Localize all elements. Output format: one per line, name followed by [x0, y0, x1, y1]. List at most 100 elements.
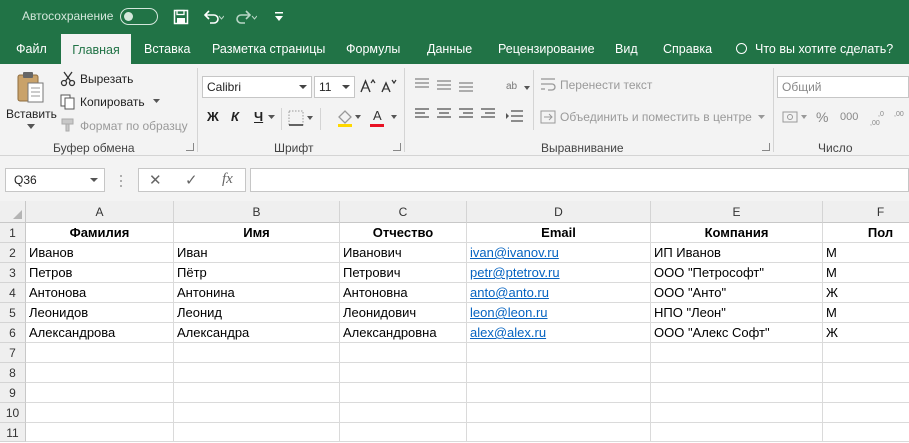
- cell-f5[interactable]: М: [823, 303, 909, 323]
- column-header-a[interactable]: A: [26, 201, 174, 223]
- cell-f2[interactable]: М: [823, 243, 909, 263]
- font-launcher-icon[interactable]: [393, 143, 401, 151]
- paste-dropdown-icon[interactable]: [27, 124, 35, 130]
- header-cell-f[interactable]: Пол: [823, 223, 909, 243]
- merge-center-button[interactable]: Объединить и поместить в центре: [560, 110, 752, 124]
- cell-b6[interactable]: Александра: [174, 323, 340, 343]
- cell-a2[interactable]: Иванов: [26, 243, 174, 263]
- cell-e3[interactable]: ООО "Петрософт": [651, 263, 823, 283]
- cell-d3[interactable]: petr@ptetrov.ru: [467, 263, 651, 283]
- cell-c11[interactable]: [340, 423, 467, 442]
- cell-a8[interactable]: [26, 363, 174, 383]
- column-header-f[interactable]: F: [823, 201, 909, 223]
- cell-d8[interactable]: [467, 363, 651, 383]
- cell-b5[interactable]: Леонид: [174, 303, 340, 323]
- borders-icon[interactable]: [288, 110, 314, 126]
- tab-review[interactable]: Рецензирование: [498, 34, 595, 64]
- cell-b8[interactable]: [174, 363, 340, 383]
- increase-font-icon[interactable]: [360, 77, 376, 93]
- tab-view[interactable]: Вид: [615, 34, 638, 64]
- cell-b9[interactable]: [174, 383, 340, 403]
- resize-handle-icon[interactable]: [119, 174, 123, 188]
- cell-c9[interactable]: [340, 383, 467, 403]
- row-header[interactable]: 2: [0, 243, 26, 263]
- cell-d4[interactable]: anto@anto.ru: [467, 283, 651, 303]
- number-format-select[interactable]: Общий: [777, 76, 909, 98]
- cell-e7[interactable]: [651, 343, 823, 363]
- cell-f8[interactable]: [823, 363, 909, 383]
- cell-d9[interactable]: [467, 383, 651, 403]
- underline-dropdown-icon[interactable]: [268, 115, 275, 120]
- tell-me-search[interactable]: Что вы хотите сделать?: [736, 34, 893, 64]
- underline-button[interactable]: Ч: [254, 109, 263, 124]
- column-header-b[interactable]: B: [174, 201, 340, 223]
- orientation-icon[interactable]: ab: [505, 76, 531, 94]
- format-painter-button[interactable]: Формат по образцу: [80, 119, 188, 133]
- tab-file[interactable]: Файл: [16, 34, 47, 64]
- font-name-select[interactable]: Calibri: [202, 76, 312, 98]
- email-link[interactable]: petr@ptetrov.ru: [470, 265, 560, 280]
- row-header[interactable]: 4: [0, 283, 26, 303]
- name-box[interactable]: Q36: [5, 168, 105, 192]
- tab-page-layout[interactable]: Разметка страницы: [212, 34, 325, 64]
- wrap-text-button[interactable]: Перенести текст: [560, 78, 652, 92]
- decimal-places-icon[interactable]: ,0 ,00 ,00: [870, 108, 906, 126]
- tab-formulas[interactable]: Формулы: [346, 34, 400, 64]
- cell-f9[interactable]: [823, 383, 909, 403]
- header-cell-c[interactable]: Отчество: [340, 223, 467, 243]
- header-cell-a[interactable]: Фамилия: [26, 223, 174, 243]
- copy-button[interactable]: Копировать: [80, 95, 145, 109]
- tab-insert[interactable]: Вставка: [144, 34, 190, 64]
- cell-f11[interactable]: [823, 423, 909, 442]
- italic-button[interactable]: К: [231, 109, 239, 124]
- cell-c2[interactable]: Иванович: [340, 243, 467, 263]
- row-header[interactable]: 5: [0, 303, 26, 323]
- row-header[interactable]: 1: [0, 223, 26, 243]
- select-all-button[interactable]: [0, 201, 26, 223]
- email-link[interactable]: alex@alex.ru: [470, 325, 546, 340]
- cell-e4[interactable]: ООО "Анто": [651, 283, 823, 303]
- formula-input[interactable]: [250, 168, 909, 192]
- tab-data[interactable]: Данные: [427, 34, 472, 64]
- paste-icon[interactable]: [16, 70, 46, 104]
- font-size-select[interactable]: 11: [314, 76, 355, 98]
- cell-e5[interactable]: НПО "Леон": [651, 303, 823, 323]
- row-header[interactable]: 6: [0, 323, 26, 343]
- email-link[interactable]: ivan@ivanov.ru: [470, 245, 559, 260]
- header-cell-d[interactable]: Email: [467, 223, 651, 243]
- email-link[interactable]: anto@anto.ru: [470, 285, 549, 300]
- copy-dropdown-icon[interactable]: [153, 99, 160, 104]
- alignment-launcher-icon[interactable]: [762, 143, 770, 151]
- tab-help[interactable]: Справка: [663, 34, 712, 64]
- cell-f3[interactable]: М: [823, 263, 909, 283]
- tab-home[interactable]: Главная: [61, 34, 131, 64]
- cell-b10[interactable]: [174, 403, 340, 423]
- email-link[interactable]: leon@leon.ru: [470, 305, 548, 320]
- cell-c8[interactable]: [340, 363, 467, 383]
- increase-indent-icon[interactable]: [505, 108, 525, 124]
- cell-a11[interactable]: [26, 423, 174, 442]
- cell-a9[interactable]: [26, 383, 174, 403]
- cut-button[interactable]: Вырезать: [80, 72, 133, 86]
- cell-f7[interactable]: [823, 343, 909, 363]
- cell-d7[interactable]: [467, 343, 651, 363]
- cell-e6[interactable]: ООО "Алекс Софт": [651, 323, 823, 343]
- cell-d11[interactable]: [467, 423, 651, 442]
- cell-c3[interactable]: Петрович: [340, 263, 467, 283]
- cancel-icon[interactable]: ✕: [149, 171, 162, 189]
- cell-e8[interactable]: [651, 363, 823, 383]
- row-header[interactable]: 3: [0, 263, 26, 283]
- cell-a4[interactable]: Антонова: [26, 283, 174, 303]
- column-header-d[interactable]: D: [467, 201, 651, 223]
- cell-c5[interactable]: Леонидович: [340, 303, 467, 323]
- cell-d2[interactable]: ivan@ivanov.ru: [467, 243, 651, 263]
- cell-d5[interactable]: leon@leon.ru: [467, 303, 651, 323]
- undo-icon[interactable]: [202, 9, 224, 25]
- merge-dropdown-icon[interactable]: [758, 115, 765, 120]
- redo-icon[interactable]: [235, 9, 257, 25]
- paste-button[interactable]: Вставить: [6, 107, 57, 121]
- column-header-e[interactable]: E: [651, 201, 823, 223]
- cell-f6[interactable]: Ж: [823, 323, 909, 343]
- currency-format-icon[interactable]: [782, 109, 808, 125]
- cell-e2[interactable]: ИП Иванов: [651, 243, 823, 263]
